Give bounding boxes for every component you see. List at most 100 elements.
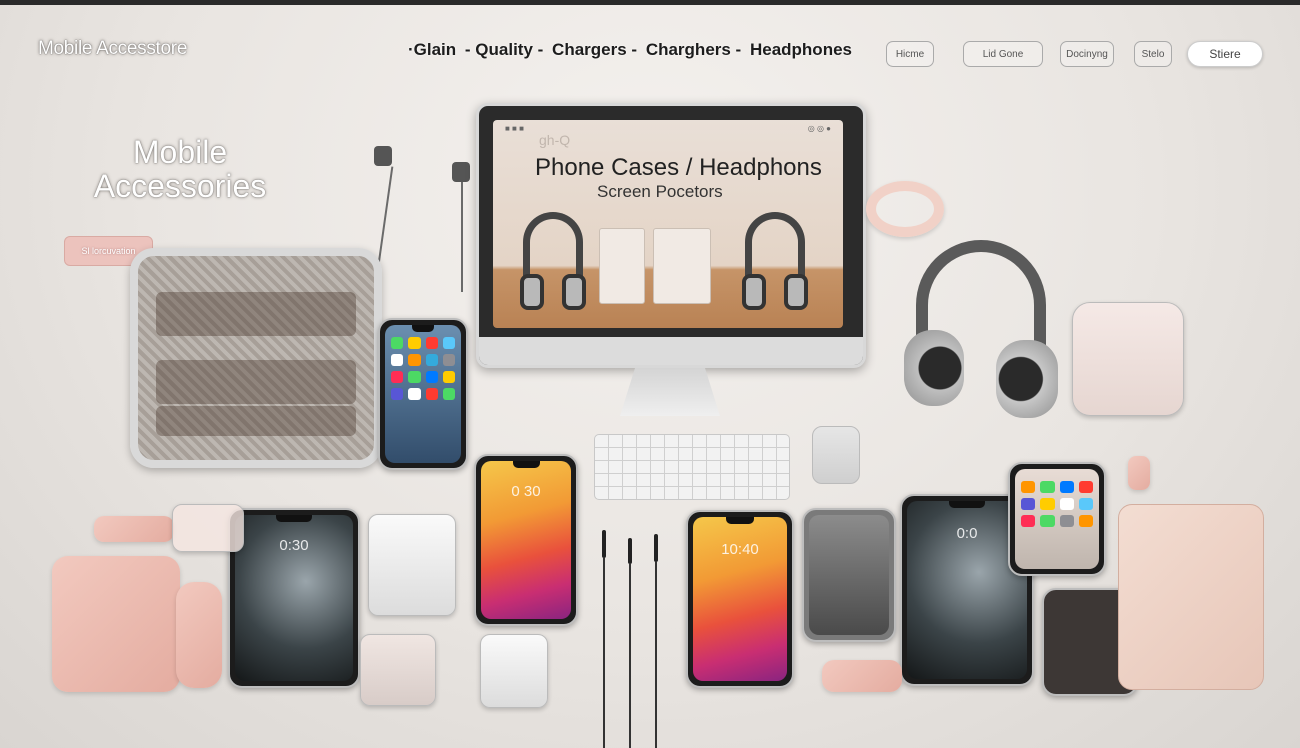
phone-screen: 10:40 bbox=[693, 517, 787, 681]
screen-watermark: gh-Q bbox=[539, 132, 571, 148]
app-icon bbox=[1078, 515, 1093, 527]
app-icon bbox=[425, 371, 438, 383]
phone-notch bbox=[512, 461, 540, 468]
app-icon bbox=[442, 371, 455, 383]
earphone-wire bbox=[461, 182, 463, 292]
bag-compartment bbox=[156, 360, 356, 404]
phone-clock: 0:30 bbox=[279, 537, 309, 554]
site-logo[interactable]: Mobile Accesstore bbox=[38, 38, 187, 60]
nav-pill-stelo[interactable]: Stelo bbox=[1134, 41, 1172, 67]
screen-protector bbox=[172, 504, 244, 552]
app-icon bbox=[1040, 481, 1055, 493]
headphones-icon bbox=[520, 212, 586, 310]
cable bbox=[629, 564, 631, 748]
app-icon bbox=[1040, 515, 1055, 527]
nav-pill-home[interactable]: Hicme bbox=[886, 41, 934, 67]
phone-clock: 0 30 bbox=[511, 483, 541, 500]
desktop-monitor: ■ ■ ■ ◎ ◎ ● gh-Q Phone Cases / Headphons… bbox=[476, 103, 866, 368]
monitor-stand bbox=[620, 368, 720, 416]
store-button[interactable]: Stiere bbox=[1187, 41, 1263, 67]
app-icon bbox=[1078, 498, 1093, 510]
cable-connector bbox=[602, 530, 606, 558]
wrist-band bbox=[866, 181, 944, 237]
headphone-cup bbox=[742, 274, 766, 310]
app-icon bbox=[1078, 481, 1093, 493]
monitor-chin bbox=[479, 337, 863, 365]
phone-notch bbox=[276, 515, 312, 522]
phone-screen bbox=[385, 325, 461, 463]
accessory-organizer-bag bbox=[130, 248, 382, 468]
nav-item-chargers[interactable]: Chargers - bbox=[552, 40, 637, 59]
nav-item-charghers[interactable]: Charghers - bbox=[646, 40, 741, 59]
hero-title-line1: Mobile bbox=[132, 134, 228, 170]
earbud-left-icon bbox=[374, 146, 392, 166]
app-icon bbox=[391, 354, 404, 366]
product-box bbox=[653, 228, 711, 304]
phone-gray bbox=[802, 508, 896, 642]
phone-screen: 0 30 bbox=[481, 461, 571, 619]
phone-screen: 0:30 bbox=[235, 515, 353, 681]
app-icon bbox=[442, 354, 455, 366]
headphone-cup bbox=[904, 330, 964, 406]
cable bbox=[603, 558, 605, 748]
earbud-right-icon bbox=[452, 162, 470, 182]
phone-orange: 10:40 bbox=[686, 510, 794, 688]
nav-item-headphones[interactable]: Headphones bbox=[750, 40, 852, 59]
app-icon bbox=[408, 371, 421, 383]
app-icon bbox=[391, 371, 404, 383]
app-icon bbox=[425, 337, 438, 349]
hero-title-line2: Accessories bbox=[93, 168, 267, 204]
headphones-icon bbox=[742, 212, 808, 310]
app-icon bbox=[1021, 481, 1036, 493]
nav-item-glain[interactable]: ·Glain bbox=[408, 40, 456, 59]
screen-subtitle: Screen Pocetors bbox=[597, 182, 723, 201]
charger-plug bbox=[360, 634, 436, 706]
app-icon bbox=[1059, 481, 1074, 493]
app-icon bbox=[408, 354, 421, 366]
bag-compartment bbox=[156, 292, 356, 336]
app-grid bbox=[391, 337, 455, 400]
screen-status-right: ◎ ◎ ● bbox=[807, 124, 831, 133]
nav-pill-lid-gone[interactable]: Lid Gone bbox=[963, 41, 1043, 67]
monitor-screen: ■ ■ ■ ◎ ◎ ● gh-Q Phone Cases / Headphons… bbox=[493, 120, 843, 328]
headphone-cup bbox=[562, 274, 586, 310]
nav-item-quality[interactable]: - Quality - bbox=[465, 40, 543, 59]
app-icon bbox=[1021, 515, 1036, 527]
phone-notch bbox=[725, 517, 755, 524]
nav-pill-docinyng[interactable]: Docinyng bbox=[1060, 41, 1114, 67]
cable-connector bbox=[628, 538, 632, 564]
cable bbox=[655, 562, 657, 748]
bag-compartment bbox=[156, 406, 356, 436]
app-grid bbox=[1021, 481, 1093, 527]
phone-orange: 0 30 bbox=[474, 454, 578, 626]
mouse bbox=[812, 426, 860, 484]
phone-clock: 10:40 bbox=[721, 541, 759, 558]
earbuds-case bbox=[822, 660, 902, 692]
headphones-icon bbox=[904, 240, 1058, 420]
phone-apps-small bbox=[1008, 462, 1106, 576]
app-icon bbox=[425, 354, 438, 366]
phone-screen bbox=[809, 515, 889, 635]
cable-tie bbox=[1128, 456, 1150, 490]
phone-case bbox=[1118, 504, 1264, 690]
app-icon bbox=[442, 388, 455, 400]
screen-title: Phone Cases / Headphons bbox=[535, 154, 822, 181]
wall-outlet bbox=[368, 514, 456, 616]
product-box bbox=[599, 228, 645, 304]
app-icon bbox=[442, 337, 455, 349]
phone-notch bbox=[411, 325, 435, 332]
app-icon bbox=[391, 337, 404, 349]
app-icon bbox=[408, 388, 421, 400]
app-icon bbox=[1040, 498, 1055, 510]
charger-plug bbox=[480, 634, 548, 708]
headphone-cup bbox=[784, 274, 808, 310]
phone-apps bbox=[378, 318, 468, 470]
phone-screen bbox=[1015, 469, 1099, 569]
top-edge-bar bbox=[0, 0, 1300, 5]
cable-connector bbox=[654, 534, 658, 562]
stylus-pink bbox=[176, 582, 222, 688]
screen-status-left: ■ ■ ■ bbox=[505, 124, 524, 133]
app-icon bbox=[391, 388, 404, 400]
app-icon bbox=[1059, 515, 1074, 527]
headphone-cup bbox=[996, 340, 1058, 418]
